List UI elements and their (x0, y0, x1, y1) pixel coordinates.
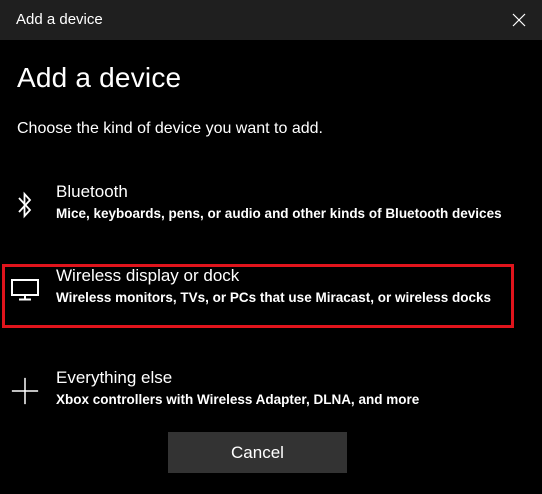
option-everything-else[interactable]: Everything else Xbox controllers with Wi… (4, 368, 512, 428)
page-title: Add a device (17, 62, 182, 93)
highlight-annotation-box (2, 264, 514, 328)
add-device-dialog: Add a device Add a device Choose the kin… (0, 0, 542, 494)
option-title: Everything else (56, 368, 173, 387)
close-icon (512, 13, 526, 27)
page-subtitle: Choose the kind of device you want to ad… (17, 120, 323, 137)
plus-icon (10, 376, 40, 406)
window-title: Add a device (16, 11, 103, 28)
option-bluetooth[interactable]: Bluetooth Mice, keyboards, pens, or audi… (4, 182, 512, 242)
option-description: Xbox controllers with Wireless Adapter, … (56, 392, 420, 407)
bluetooth-icon (10, 190, 40, 220)
cancel-button[interactable]: Cancel (168, 432, 347, 473)
option-description: Mice, keyboards, pens, or audio and othe… (56, 206, 502, 221)
option-title: Bluetooth (56, 182, 128, 201)
title-bar: Add a device (0, 0, 542, 40)
close-button[interactable] (496, 0, 542, 40)
